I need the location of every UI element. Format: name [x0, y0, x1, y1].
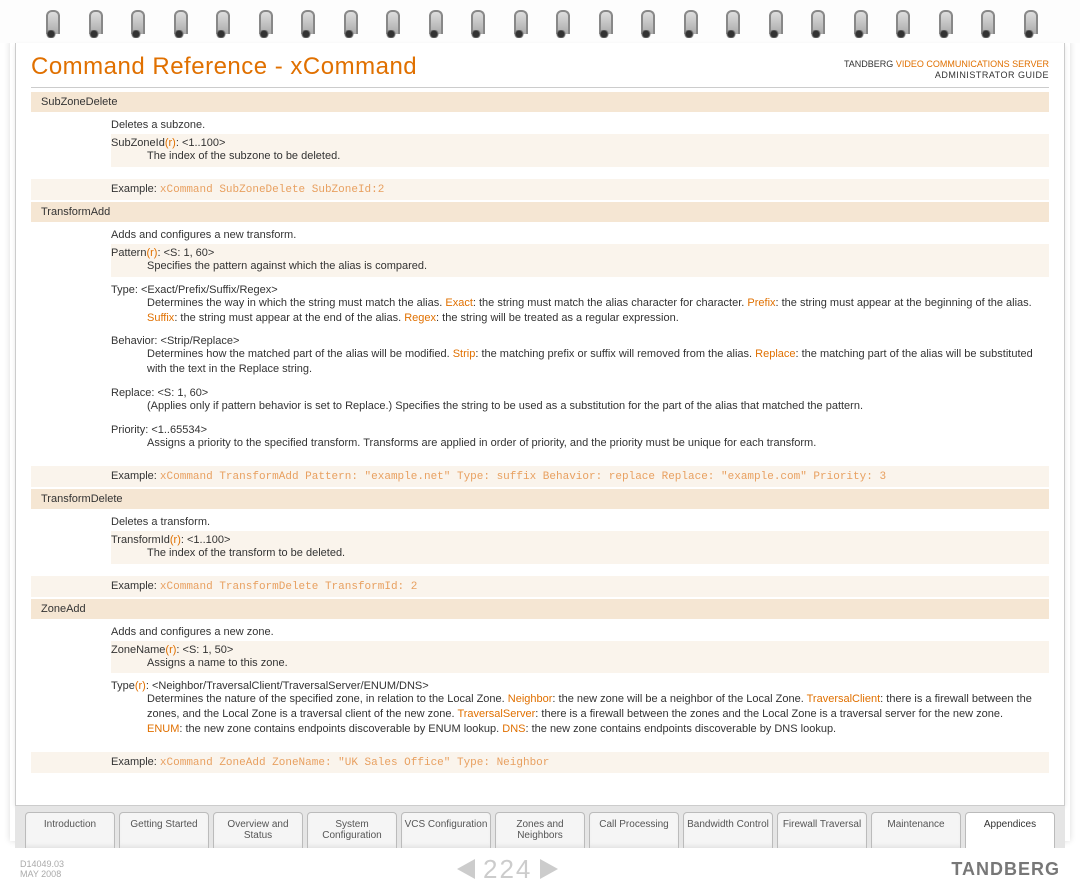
example-row: Example: xCommand TransformDelete Transf…	[31, 576, 1049, 597]
tab-getting-started[interactable]: Getting Started	[119, 812, 209, 848]
footer: D14049.03 MAY 2008 224 TANDBERG	[0, 848, 1080, 891]
cmd-header-zoneadd: ZoneAdd	[31, 599, 1049, 619]
spiral-binding	[0, 0, 1080, 43]
tab-zones-neighbors[interactable]: Zones and Neighbors	[495, 812, 585, 848]
example-code: xCommand TransformDelete TransformId: 2	[160, 581, 417, 593]
pager: 224	[457, 854, 558, 885]
next-page-arrow-icon[interactable]	[540, 859, 558, 879]
nav-tabs: Introduction Getting Started Overview an…	[15, 805, 1065, 848]
tab-system-config[interactable]: System Configuration	[307, 812, 397, 848]
doc-meta: D14049.03 MAY 2008	[20, 859, 64, 881]
example-row: Example: xCommand SubZoneDelete SubZoneI…	[31, 179, 1049, 200]
prev-page-arrow-icon[interactable]	[457, 859, 475, 879]
param-zonetype: Type(r): <Neighbor/TraversalClient/Trave…	[111, 677, 1049, 740]
cmd-header-subzonedelete: SubZoneDelete	[31, 92, 1049, 112]
param-replace: Replace: <S: 1, 60> (Applies only if pat…	[111, 384, 1049, 417]
brand-block: TANDBERG VIDEO COMMUNICATIONS SERVER ADM…	[844, 59, 1049, 81]
example-code: xCommand TransformAdd Pattern: "example.…	[160, 471, 886, 483]
param-subzoneid: SubZoneId(r): <1..100> The index of the …	[111, 134, 1049, 167]
param-behavior: Behavior: <Strip/Replace> Determines how…	[111, 332, 1049, 380]
tab-maintenance[interactable]: Maintenance	[871, 812, 961, 848]
doc-date: MAY 2008	[20, 869, 64, 880]
cmd-header-transformadd: TransformAdd	[31, 202, 1049, 222]
doc-id: D14049.03	[20, 859, 64, 870]
tab-call-processing[interactable]: Call Processing	[589, 812, 679, 848]
cmd-header-transformdelete: TransformDelete	[31, 489, 1049, 509]
brand-subtitle: ADMINISTRATOR GUIDE	[844, 70, 1049, 81]
example-row: Example: xCommand TransformAdd Pattern: …	[31, 466, 1049, 487]
param-pattern: Pattern(r): <S: 1, 60> Specifies the pat…	[111, 244, 1049, 277]
cmd-desc: Deletes a subzone.	[111, 116, 1049, 134]
page-number: 224	[483, 854, 532, 885]
brand-company: TANDBERG	[844, 59, 893, 69]
example-code: xCommand SubZoneDelete SubZoneId:2	[160, 184, 384, 196]
param-type: Type: <Exact/Prefix/Suffix/Regex> Determ…	[111, 281, 1049, 329]
tab-appendices[interactable]: Appendices	[965, 812, 1055, 848]
tab-bandwidth-control[interactable]: Bandwidth Control	[683, 812, 773, 848]
param-priority: Priority: <1..65534> Assigns a priority …	[111, 421, 1049, 454]
cmd-desc: Adds and configures a new transform.	[111, 226, 1049, 244]
param-transformid: TransformId(r): <1..100> The index of th…	[111, 531, 1049, 564]
example-row: Example: xCommand ZoneAdd ZoneName: "UK …	[31, 752, 1049, 773]
brand-product: VIDEO COMMUNICATIONS SERVER	[896, 59, 1049, 69]
tandberg-logo: TANDBERG	[951, 859, 1060, 880]
param-zonename: ZoneName(r): <S: 1, 50> Assigns a name t…	[111, 641, 1049, 674]
example-code: xCommand ZoneAdd ZoneName: "UK Sales Off…	[160, 757, 549, 769]
tab-introduction[interactable]: Introduction	[25, 812, 115, 848]
tab-vcs-config[interactable]: VCS Configuration	[401, 812, 491, 848]
page-content: Command Reference - xCommand TANDBERG VI…	[15, 43, 1065, 805]
page-title: Command Reference - xCommand	[31, 53, 417, 81]
tab-firewall-traversal[interactable]: Firewall Traversal	[777, 812, 867, 848]
tab-overview-status[interactable]: Overview and Status	[213, 812, 303, 848]
